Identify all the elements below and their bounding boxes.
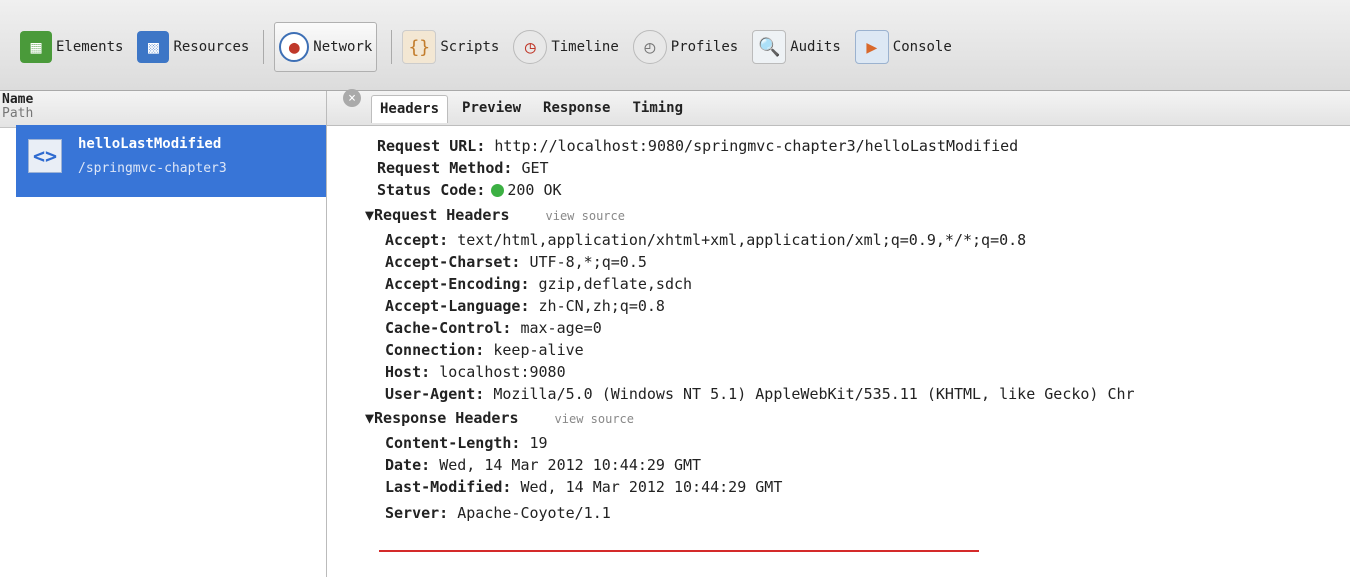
header-row-highlighted: Last-Modified: Wed, 14 Mar 2012 10:44:29… [385,476,782,498]
tool-profiles[interactable]: ◴ Profiles [632,23,739,71]
tool-label: Elements [56,39,124,55]
header-row: Date: Wed, 14 Mar 2012 10:44:29 GMT [385,454,701,476]
header-value: localhost:9080 [439,363,566,381]
disclosure-triangle-icon: ▼ [365,206,375,224]
tool-resources[interactable]: ▩ Resources [137,23,249,71]
header-key: User-Agent: [385,385,485,403]
header-value: Wed, 14 Mar 2012 10:44:29 GMT [520,478,783,496]
network-icon: ● [279,32,310,62]
request-url-row: Request URL: http://localhost:9080/sprin… [377,135,1018,157]
request-url-value: http://localhost:9080/springmvc-chapter3… [494,137,1019,155]
header-value: gzip,deflate,sdch [538,275,693,293]
view-source-link[interactable]: view source [555,412,634,426]
scripts-icon: {} [402,30,437,64]
audits-icon: 🔍 [752,30,787,64]
tool-label: Scripts [440,39,500,55]
tool-audits[interactable]: 🔍 Audits [752,23,841,71]
header-row: Accept-Language: zh-CN,zh;q=0.8 [385,295,665,317]
response-headers-title: Response Headers [374,409,519,427]
header-value: zh-CN,zh;q=0.8 [538,297,665,315]
request-headers-title: Request Headers [374,206,510,224]
panel-toolbar: ▦ Elements ▩ Resources ● Network {} Scri… [0,0,1350,91]
tool-network[interactable]: ● Network [274,22,378,72]
header-key: Connection: [385,341,485,359]
column-name-header[interactable]: Name [0,93,326,107]
request-method-row: Request Method: GET [377,157,549,179]
toolbar-divider [263,30,265,64]
header-value: Apache-Coyote/1.1 [457,504,611,522]
status-code-value: 200 OK [507,181,562,199]
header-row: User-Agent: Mozilla/5.0 (Windows NT 5.1)… [385,383,1135,405]
header-row: Server: Apache-Coyote/1.1 [385,502,611,524]
headers-content: Request URL: http://localhost:9080/sprin… [327,125,1350,577]
response-headers-section[interactable]: ▼Response Headers view source [365,407,634,429]
header-key: Content-Length: [385,434,521,452]
header-value: keep-alive [493,341,584,359]
tab-headers[interactable]: Headers [371,95,449,123]
header-row: Connection: keep-alive [385,339,584,361]
tab-response[interactable]: Response [535,95,618,123]
header-key: Host: [385,363,431,381]
red-underline-annotation [379,550,979,552]
header-row: Accept: text/html,application/xhtml+xml,… [385,229,1026,251]
disclosure-triangle-icon: ▼ [365,409,375,427]
header-key: Accept-Encoding: [385,275,530,293]
tool-elements[interactable]: ▦ Elements [20,23,123,71]
request-url-key: Request URL: [377,137,486,155]
tool-label: Timeline [551,39,619,55]
profiles-icon: ◴ [632,30,667,64]
console-icon: ▶ [854,30,889,64]
request-list: Name Path <> helloLastModified /springmv… [0,91,327,577]
request-method-key: Request Method: [377,159,513,177]
resources-icon: ▩ [137,31,170,63]
tool-label: Network [313,39,373,55]
timeline-icon: ◷ [513,30,548,64]
header-value: 19 [529,434,548,452]
tool-label: Resources [173,39,250,55]
column-path-header: Path [2,106,34,121]
status-code-row: Status Code: 200 OK [377,179,562,201]
tool-label: Console [892,39,952,55]
header-key: Server: [385,504,449,522]
tool-scripts[interactable]: {} Scripts [402,23,499,71]
view-source-link[interactable]: view source [546,209,625,223]
header-value: text/html,application/xhtml+xml,applicat… [457,231,1027,249]
tool-label: Profiles [670,39,739,55]
request-method-value: GET [521,159,549,177]
header-key: Last-Modified: [385,478,512,496]
header-row: Accept-Encoding: gzip,deflate,sdch [385,273,692,295]
header-key: Date: [385,456,431,474]
request-headers-section[interactable]: ▼Request Headers view source [365,204,625,226]
close-icon[interactable]: × [343,89,361,107]
tool-console[interactable]: ▶ Console [854,23,952,71]
request-name: helloLastModified [78,136,222,152]
document-icon: <> [28,139,62,173]
header-value: Mozilla/5.0 (Windows NT 5.1) AppleWebKit… [493,385,1135,403]
tab-timing[interactable]: Timing [624,95,691,123]
header-key: Accept-Language: [385,297,530,315]
header-value: Wed, 14 Mar 2012 10:44:29 GMT [439,456,702,474]
request-detail-pane: × Headers Preview Response Timing Reques… [327,89,1350,577]
request-row-selected[interactable]: <> helloLastModified /springmvc-chapter3 [16,125,326,197]
status-code-key: Status Code: [377,181,486,199]
request-path: /springmvc-chapter3 [78,161,227,176]
header-key: Accept-Charset: [385,253,521,271]
tab-preview[interactable]: Preview [454,95,529,123]
header-value: UTF-8,*;q=0.5 [529,253,647,271]
tool-timeline[interactable]: ◷ Timeline [513,23,619,71]
header-value: max-age=0 [520,319,602,337]
header-row: Host: localhost:9080 [385,361,566,383]
toolbar-divider [391,30,393,64]
header-row: Cache-Control: max-age=0 [385,317,602,339]
header-key: Accept: [385,231,449,249]
tool-label: Audits [790,39,841,55]
header-row: Content-Length: 19 [385,432,548,454]
header-row: Accept-Charset: UTF-8,*;q=0.5 [385,251,647,273]
detail-tabbar: × Headers Preview Response Timing [327,89,1350,126]
header-key: Cache-Control: [385,319,512,337]
request-list-header[interactable]: Name Path [0,91,326,128]
status-ok-icon [491,184,505,197]
elements-icon: ▦ [20,31,52,63]
